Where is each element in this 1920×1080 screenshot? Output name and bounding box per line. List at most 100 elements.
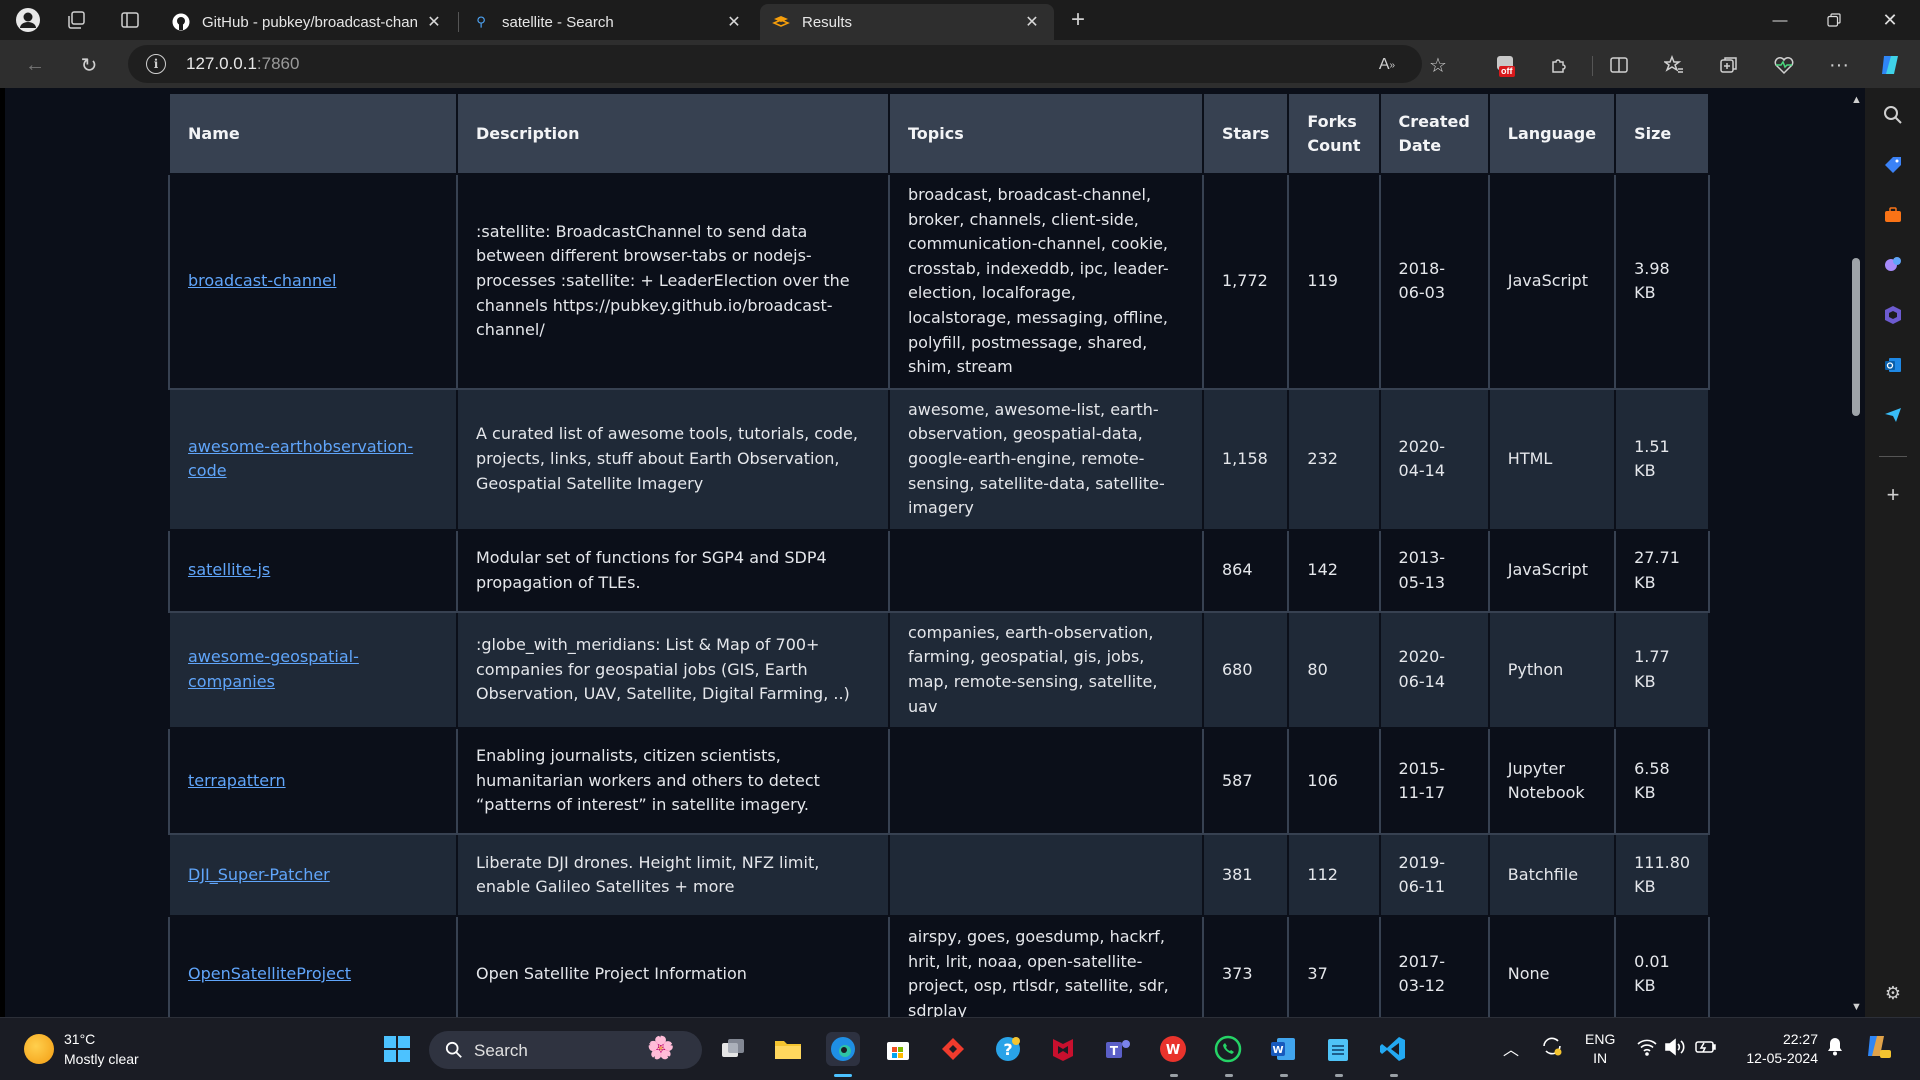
scrollbar-thumb[interactable] — [1852, 258, 1860, 416]
games-icon[interactable] — [1878, 250, 1908, 280]
column-header-created-date[interactable]: Created Date — [1378, 94, 1490, 175]
cell-language: Batchfile — [1487, 833, 1617, 918]
wps-office-icon[interactable]: W — [1156, 1032, 1190, 1066]
cell-stars: 1,158 — [1201, 387, 1290, 531]
task-view-icon[interactable] — [716, 1032, 750, 1066]
send-drop-icon[interactable] — [1878, 400, 1908, 430]
minimize-icon[interactable]: — — [1752, 0, 1808, 40]
clock[interactable]: 22:27 12-05-2024 — [1738, 1030, 1818, 1068]
page-scrollbar[interactable]: ▲ ▼ — [1847, 88, 1865, 1017]
mcafee-icon[interactable] — [1046, 1032, 1080, 1066]
close-tab-icon[interactable]: ✕ — [1022, 12, 1042, 32]
sidebar-settings-gear-icon[interactable]: ⚙ — [1878, 978, 1908, 1008]
file-explorer-icon[interactable] — [771, 1032, 805, 1066]
repo-link[interactable]: satellite-js — [188, 560, 270, 579]
running-indicator — [1170, 1074, 1178, 1077]
anydesk-icon[interactable] — [936, 1032, 970, 1066]
column-header-forks-count[interactable]: Forks Count — [1287, 94, 1381, 175]
extension-off-icon[interactable]: off — [1491, 50, 1521, 80]
show-hidden-icons-chevron-icon[interactable]: ︿ — [1503, 1036, 1519, 1060]
copilot-icon[interactable] — [1876, 50, 1906, 80]
shopping-tag-icon[interactable] — [1878, 150, 1908, 180]
close-window-icon[interactable]: ✕ — [1862, 0, 1918, 40]
taskbar-search-box[interactable]: Search 🌸 — [429, 1031, 702, 1069]
column-header-size[interactable]: Size — [1614, 94, 1711, 175]
notepad-icon[interactable] — [1321, 1032, 1355, 1066]
vertical-tabs-icon[interactable] — [116, 6, 144, 34]
new-tab-icon[interactable]: + — [1064, 6, 1092, 34]
table-row: broadcast-channel :satellite: BroadcastCh… — [168, 173, 1711, 390]
favorite-star-icon[interactable]: ☆ — [1423, 50, 1453, 80]
extensions-icon[interactable] — [1544, 50, 1574, 80]
favorites-icon[interactable] — [1659, 50, 1689, 80]
volume-icon[interactable] — [1664, 1038, 1686, 1059]
extension-badge: off — [1499, 66, 1515, 77]
whatsapp-icon[interactable] — [1211, 1032, 1245, 1066]
url-text[interactable]: 127.0.0.1:7860 — [186, 54, 299, 74]
windows-start-icon[interactable] — [380, 1032, 414, 1066]
cell-created-date: 2019-06-11 — [1378, 833, 1490, 918]
repo-link[interactable]: awesome-earthobservation-code — [188, 437, 413, 481]
repo-link[interactable]: OpenSatelliteProject — [188, 964, 351, 983]
url-field[interactable]: i 127.0.0.1:7860 — [128, 45, 1422, 83]
scroll-up-arrow-icon[interactable]: ▲ — [1851, 94, 1862, 106]
tools-briefcase-icon[interactable] — [1878, 200, 1908, 230]
repo-link[interactable]: DJI_Super-Patcher — [188, 865, 330, 884]
battery-icon[interactable] — [1694, 1038, 1718, 1059]
add-sidebar-app-icon[interactable]: + — [1878, 480, 1908, 510]
split-screen-icon[interactable] — [1604, 50, 1634, 80]
column-header-name[interactable]: Name — [168, 94, 458, 175]
wifi-icon[interactable] — [1636, 1038, 1658, 1059]
tab-title: satellite - Search — [502, 13, 614, 31]
notification-bell-icon[interactable] — [1826, 1036, 1844, 1059]
close-tab-icon[interactable]: ✕ — [724, 12, 744, 32]
teams-icon[interactable]: T — [1101, 1032, 1135, 1066]
workspaces-icon[interactable] — [62, 6, 90, 34]
sync-status-icon[interactable] — [1540, 1034, 1564, 1061]
scroll-down-arrow-icon[interactable]: ▼ — [1851, 1001, 1862, 1013]
back-icon[interactable]: ← — [20, 50, 50, 80]
microsoft-store-icon[interactable] — [881, 1032, 915, 1066]
tab-divider — [458, 12, 459, 32]
url-host: 127.0.0.1 — [186, 54, 257, 73]
microsoft-365-icon[interactable] — [1878, 300, 1908, 330]
close-tab-icon[interactable]: ✕ — [424, 12, 444, 32]
tab-github[interactable]: GitHub - pubkey/broadcast-chan ✕ — [160, 4, 456, 40]
read-aloud-icon[interactable]: A» — [1372, 50, 1402, 80]
repo-link[interactable]: awesome-geospatial-companies — [188, 647, 359, 691]
word-icon[interactable]: W — [1266, 1032, 1300, 1066]
profile-icon[interactable] — [14, 6, 42, 34]
column-header-description[interactable]: Description — [456, 94, 890, 175]
input-language-indicator[interactable]: ENG IN — [1585, 1030, 1615, 1068]
running-indicator — [1280, 1074, 1288, 1077]
repo-link[interactable]: terrapattern — [188, 771, 286, 790]
cell-description: Liberate DJI drones. Height limit, NFZ l… — [456, 833, 890, 918]
table-row: awesome-earthobservation-code A curated l… — [168, 387, 1711, 531]
copilot-taskbar-icon[interactable] — [1864, 1032, 1892, 1063]
cell-forks-count: 80 — [1287, 610, 1381, 730]
help-icon[interactable]: ? — [991, 1032, 1025, 1066]
repo-link[interactable]: broadcast-channel — [188, 271, 336, 290]
vscode-icon[interactable] — [1376, 1032, 1410, 1066]
cell-description: :satellite: BroadcastChannel to send dat… — [456, 173, 890, 390]
tab-results[interactable]: Results ✕ — [760, 4, 1054, 40]
more-options-icon[interactable]: ··· — [1824, 50, 1854, 80]
restore-icon[interactable] — [1806, 0, 1862, 40]
site-info-icon[interactable]: i — [146, 54, 166, 74]
column-header-topics[interactable]: Topics — [888, 94, 1204, 175]
cell-description: Open Satellite Project Information — [456, 915, 890, 1017]
browser-essentials-icon[interactable] — [1769, 50, 1799, 80]
weather-temperature[interactable]: 31°C — [64, 1031, 95, 1047]
edge-browser-icon[interactable] — [826, 1032, 860, 1066]
refresh-icon[interactable]: ↻ — [74, 50, 104, 80]
sidebar-search-icon[interactable] — [1878, 100, 1908, 130]
column-header-stars[interactable]: Stars — [1201, 94, 1290, 175]
column-header-language[interactable]: Language — [1487, 94, 1617, 175]
cell-stars: 1,772 — [1201, 173, 1290, 390]
weather-description[interactable]: Mostly clear — [64, 1051, 139, 1067]
collections-icon[interactable] — [1714, 50, 1744, 80]
outlook-icon[interactable] — [1878, 350, 1908, 380]
weather-moon-icon[interactable] — [24, 1034, 54, 1064]
tab-search[interactable]: ⚲ satellite - Search ✕ — [460, 4, 756, 40]
svg-text:T: T — [1110, 1044, 1119, 1058]
